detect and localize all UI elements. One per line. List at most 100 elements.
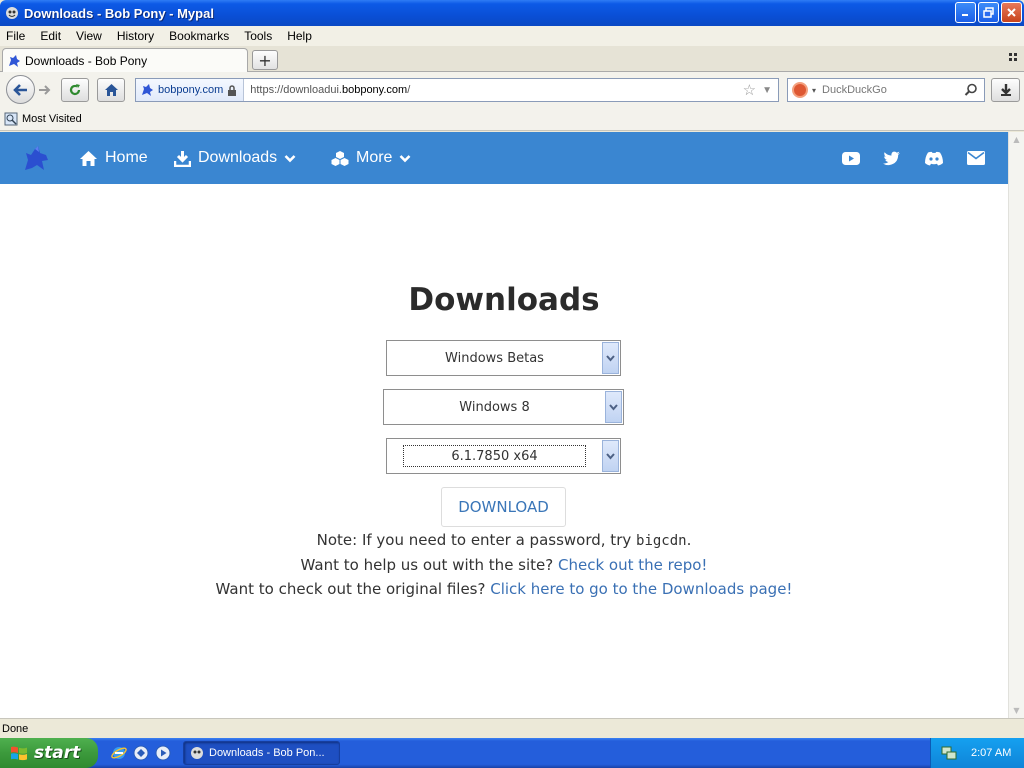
url-dropdown-icon[interactable]: ▼ xyxy=(762,85,772,96)
menu-history[interactable]: History xyxy=(110,29,162,43)
taskbar: start Downloads - Bob Pon... 2:07 AM xyxy=(0,738,1024,768)
bookmark-star-icon[interactable]: ☆ xyxy=(743,81,756,99)
network-icon[interactable] xyxy=(941,745,957,761)
nav-more[interactable]: More xyxy=(331,146,411,170)
address-bar[interactable]: bobpony.com https://downloadui.bobpony.c… xyxy=(135,78,779,102)
url-text[interactable]: https://downloadui.bobpony.com/ xyxy=(244,84,742,96)
menu-bookmarks[interactable]: Bookmarks xyxy=(162,29,237,43)
start-button[interactable]: start xyxy=(0,738,98,768)
search-input[interactable]: DuckDuckGo xyxy=(822,84,964,96)
build-select-value: 6.1.7850 x64 xyxy=(403,445,586,467)
url-prefix: https://downloadui. xyxy=(250,84,342,96)
product-select-value: Windows 8 xyxy=(459,399,530,415)
taskbar-task-label: Downloads - Bob Pon... xyxy=(209,747,325,759)
status-text: Done xyxy=(2,722,29,735)
mypal-icon xyxy=(4,5,20,21)
cubes-icon xyxy=(331,150,349,166)
taskbar-task-mypal[interactable]: Downloads - Bob Pon... xyxy=(183,741,340,765)
page-title: Downloads xyxy=(408,282,600,318)
chevron-down-icon[interactable] xyxy=(602,440,619,472)
back-button[interactable] xyxy=(6,75,35,104)
download-icon xyxy=(174,150,191,167)
forward-button[interactable] xyxy=(35,80,55,100)
outlook-express-icon[interactable] xyxy=(132,744,150,762)
menu-help[interactable]: Help xyxy=(280,29,320,43)
nav-downloads[interactable]: Downloads xyxy=(174,146,296,170)
lock-icon xyxy=(228,84,237,96)
bookmark-most-visited[interactable]: Most Visited xyxy=(22,113,82,125)
minimize-button[interactable] xyxy=(955,2,976,23)
menu-file[interactable]: File xyxy=(0,29,33,43)
scroll-down-icon[interactable]: ▼ xyxy=(1009,703,1024,718)
bookmarks-toolbar: Most Visited xyxy=(0,108,1024,131)
restore-button[interactable] xyxy=(978,2,999,23)
nav-downloads-label: Downloads xyxy=(198,149,278,166)
menu-view[interactable]: View xyxy=(69,29,110,43)
media-player-icon[interactable] xyxy=(154,744,172,762)
tab-label: Downloads - Bob Pony xyxy=(25,53,148,68)
status-bar: Done xyxy=(0,718,1024,738)
start-label: start xyxy=(34,743,81,763)
password-note: Note: If you need to enter a password, t… xyxy=(0,531,1008,549)
vertical-scrollbar[interactable]: ▲ ▼ xyxy=(1008,132,1024,718)
home-icon xyxy=(104,84,118,96)
chevron-down-icon xyxy=(400,154,411,162)
build-select[interactable]: 6.1.7850 x64 xyxy=(386,438,621,474)
search-engine-dropdown-icon[interactable]: ▾ xyxy=(812,86,816,95)
nav-home[interactable]: Home xyxy=(79,146,148,170)
duckduckgo-icon[interactable] xyxy=(792,82,808,98)
home-icon xyxy=(80,150,97,166)
window-title: Downloads - Bob Pony - Mypal xyxy=(24,5,214,21)
tab-list-icon[interactable] xyxy=(1008,52,1018,65)
site-identity-button[interactable]: bobpony.com xyxy=(136,79,245,101)
chevron-down-icon[interactable] xyxy=(602,342,619,374)
help-text: Want to help us out with the site? xyxy=(300,556,559,574)
search-icon[interactable] xyxy=(964,83,978,97)
menu-edit[interactable]: Edit xyxy=(33,29,69,43)
clock[interactable]: 2:07 AM xyxy=(971,747,1011,759)
chevron-down-icon xyxy=(284,154,296,162)
downloads-page-link[interactable]: Click here to go to the Downloads page! xyxy=(490,580,792,598)
site-identity-label: bobpony.com xyxy=(158,84,224,96)
help-note: Want to help us out with the site? Check… xyxy=(0,556,1008,574)
note-end: . xyxy=(686,531,692,549)
nav-more-label: More xyxy=(356,149,393,166)
note-text: Note: If you need to enter a password, t… xyxy=(316,531,637,549)
search-bar[interactable]: ▾ DuckDuckGo xyxy=(787,78,985,102)
navigation-toolbar: bobpony.com https://downloadui.bobpony.c… xyxy=(0,72,1024,108)
page-content: Home Downloads More Downloads Windows Be… xyxy=(0,132,1008,718)
site-navbar: Home Downloads More xyxy=(0,132,1008,184)
bobpony-logo-icon[interactable] xyxy=(22,144,50,172)
bobpony-favicon-icon xyxy=(142,84,153,96)
download-arrow-icon xyxy=(1000,84,1011,96)
menu-tools[interactable]: Tools xyxy=(237,29,280,43)
youtube-icon[interactable] xyxy=(841,148,861,168)
new-tab-button[interactable]: + xyxy=(252,50,278,70)
downloads-button[interactable] xyxy=(991,78,1020,102)
bobpony-favicon-icon xyxy=(9,54,20,67)
product-select[interactable]: Windows 8 xyxy=(383,389,624,425)
system-tray: 2:07 AM xyxy=(930,738,1024,768)
original-files-note: Want to check out the original files? Cl… xyxy=(0,580,1008,598)
reload-button[interactable] xyxy=(61,78,89,102)
chevron-down-icon[interactable] xyxy=(605,391,622,423)
tab-downloads[interactable]: Downloads - Bob Pony xyxy=(2,48,248,72)
category-select-value: Windows Betas xyxy=(445,350,544,366)
email-icon[interactable] xyxy=(966,148,986,168)
forward-arrow-icon xyxy=(39,85,51,95)
back-arrow-icon xyxy=(12,83,27,96)
internet-explorer-icon[interactable] xyxy=(110,744,128,762)
discord-icon[interactable] xyxy=(924,148,944,168)
download-button[interactable]: DOWNLOAD xyxy=(441,487,566,527)
url-domain: bobpony.com xyxy=(341,84,408,96)
scroll-up-icon[interactable]: ▲ xyxy=(1009,132,1024,147)
repo-link[interactable]: Check out the repo! xyxy=(558,556,707,574)
title-bar[interactable]: Downloads - Bob Pony - Mypal xyxy=(0,0,1024,26)
close-button[interactable] xyxy=(1001,2,1022,23)
bookmark-folder-icon xyxy=(4,112,18,126)
original-text: Want to check out the original files? xyxy=(215,580,491,598)
category-select[interactable]: Windows Betas xyxy=(386,340,621,376)
home-button[interactable] xyxy=(97,78,125,102)
twitter-icon[interactable] xyxy=(882,148,902,168)
tab-bar: Downloads - Bob Pony + xyxy=(0,46,1024,72)
